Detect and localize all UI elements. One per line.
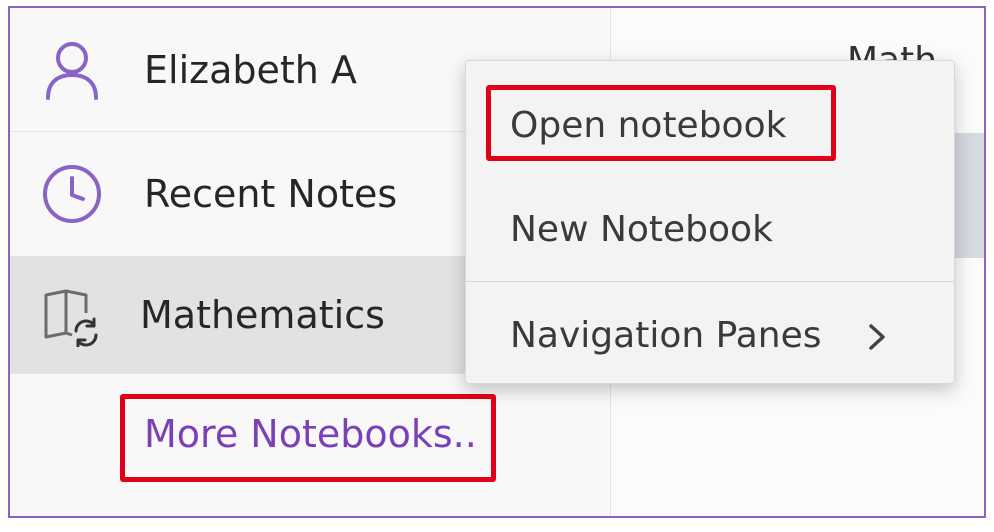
notebook-name-label: Mathematics: [140, 293, 385, 337]
user-name: Elizabeth A: [144, 47, 357, 92]
context-menu: Open notebook New Notebook Navigation Pa…: [465, 60, 955, 384]
onenote-window: Elizabeth A Recent Notes Mathematics Mor…: [8, 6, 986, 518]
notebook-sync-icon: [40, 283, 104, 347]
menu-item-open-notebook[interactable]: Open notebook: [466, 77, 954, 173]
open-notebook-label: Open notebook: [510, 104, 787, 146]
menu-item-new-notebook[interactable]: New Notebook: [466, 179, 954, 279]
person-icon: [40, 38, 104, 102]
menu-item-navigation-panes[interactable]: Navigation Panes: [466, 287, 954, 383]
menu-separator: [466, 281, 954, 282]
more-notebooks-link[interactable]: More Notebooks..: [144, 412, 477, 456]
page-list-selection[interactable]: [951, 133, 984, 258]
navigation-panes-label: Navigation Panes: [510, 314, 822, 356]
recent-notes-label: Recent Notes: [144, 172, 398, 216]
clock-icon: [40, 162, 104, 226]
new-notebook-label: New Notebook: [510, 208, 773, 250]
chevron-right-icon: [864, 320, 890, 350]
